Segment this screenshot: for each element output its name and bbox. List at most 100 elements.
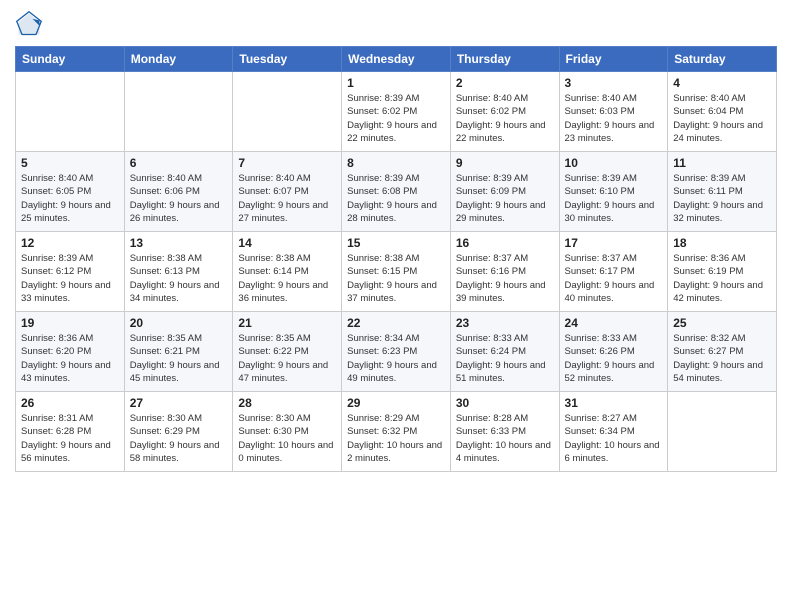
day-cell: 3 Sunrise: 8:40 AMSunset: 6:03 PMDaylight… (559, 72, 668, 152)
day-detail: Sunrise: 8:39 AMSunset: 6:12 PMDaylight:… (21, 252, 119, 305)
day-number: 3 (565, 76, 663, 90)
day-number: 20 (130, 316, 228, 330)
week-row-5: 26 Sunrise: 8:31 AMSunset: 6:28 PMDayligh… (16, 392, 777, 472)
day-number: 23 (456, 316, 554, 330)
day-cell: 15Sunrise: 8:38 AMSunset: 6:15 PMDayligh… (342, 232, 451, 312)
day-cell: 4 Sunrise: 8:40 AMSunset: 6:04 PMDaylight… (668, 72, 777, 152)
day-number: 26 (21, 396, 119, 410)
day-cell: 28 Sunrise: 8:30 AMSunset: 6:30 PMDayligh… (233, 392, 342, 472)
week-row-1: 1 Sunrise: 8:39 AMSunset: 6:02 PMDaylight… (16, 72, 777, 152)
day-number: 2 (456, 76, 554, 90)
day-detail: Sunrise: 8:35 AMSunset: 6:21 PMDaylight:… (130, 332, 228, 385)
week-row-3: 12 Sunrise: 8:39 AMSunset: 6:12 PMDayligh… (16, 232, 777, 312)
day-number: 6 (130, 156, 228, 170)
day-detail: Sunrise: 8:30 AMSunset: 6:29 PMDaylight:… (130, 412, 228, 465)
day-number: 16 (456, 236, 554, 250)
day-number: 10 (565, 156, 663, 170)
day-detail: Sunrise: 8:36 AMSunset: 6:20 PMDaylight:… (21, 332, 119, 385)
day-cell: 26 Sunrise: 8:31 AMSunset: 6:28 PMDayligh… (16, 392, 125, 472)
day-number: 5 (21, 156, 119, 170)
day-cell: 9 Sunrise: 8:39 AMSunset: 6:09 PMDaylight… (450, 152, 559, 232)
logo (15, 10, 47, 38)
day-number: 1 (347, 76, 445, 90)
day-cell: 30 Sunrise: 8:28 AMSunset: 6:33 PMDayligh… (450, 392, 559, 472)
day-detail: Sunrise: 8:40 AMSunset: 6:06 PMDaylight:… (130, 172, 228, 225)
day-detail: Sunrise: 8:33 AMSunset: 6:26 PMDaylight:… (565, 332, 663, 385)
day-detail: Sunrise: 8:30 AMSunset: 6:30 PMDaylight:… (238, 412, 336, 465)
day-number: 21 (238, 316, 336, 330)
day-number: 28 (238, 396, 336, 410)
day-detail: Sunrise: 8:37 AMSunset: 6:16 PMDaylight:… (456, 252, 554, 305)
day-cell: 22 Sunrise: 8:34 AMSunset: 6:23 PMDayligh… (342, 312, 451, 392)
logo-icon (15, 10, 43, 38)
day-detail: Sunrise: 8:31 AMSunset: 6:28 PMDaylight:… (21, 412, 119, 465)
day-cell: 7Sunrise: 8:40 AMSunset: 6:07 PMDaylight… (233, 152, 342, 232)
day-number: 30 (456, 396, 554, 410)
day-cell: 14 Sunrise: 8:38 AMSunset: 6:14 PMDayligh… (233, 232, 342, 312)
day-number: 11 (673, 156, 771, 170)
day-number: 29 (347, 396, 445, 410)
day-number: 13 (130, 236, 228, 250)
weekday-wednesday: Wednesday (342, 47, 451, 72)
day-number: 18 (673, 236, 771, 250)
weekday-thursday: Thursday (450, 47, 559, 72)
day-number: 8 (347, 156, 445, 170)
weekday-saturday: Saturday (668, 47, 777, 72)
day-cell (124, 72, 233, 152)
day-cell: 18 Sunrise: 8:36 AMSunset: 6:19 PMDayligh… (668, 232, 777, 312)
day-cell: 5Sunrise: 8:40 AMSunset: 6:05 PMDaylight… (16, 152, 125, 232)
day-cell: 1 Sunrise: 8:39 AMSunset: 6:02 PMDaylight… (342, 72, 451, 152)
day-detail: Sunrise: 8:39 AMSunset: 6:02 PMDaylight:… (347, 92, 445, 145)
day-cell: 2 Sunrise: 8:40 AMSunset: 6:02 PMDaylight… (450, 72, 559, 152)
day-detail: Sunrise: 8:34 AMSunset: 6:23 PMDaylight:… (347, 332, 445, 385)
day-cell: 20 Sunrise: 8:35 AMSunset: 6:21 PMDayligh… (124, 312, 233, 392)
day-number: 12 (21, 236, 119, 250)
day-number: 14 (238, 236, 336, 250)
day-detail: Sunrise: 8:40 AMSunset: 6:03 PMDaylight:… (565, 92, 663, 145)
day-cell: 6 Sunrise: 8:40 AMSunset: 6:06 PMDaylight… (124, 152, 233, 232)
day-cell: 11Sunrise: 8:39 AMSunset: 6:11 PMDayligh… (668, 152, 777, 232)
weekday-friday: Friday (559, 47, 668, 72)
weekday-monday: Monday (124, 47, 233, 72)
day-number: 24 (565, 316, 663, 330)
day-cell: 21 Sunrise: 8:35 AMSunset: 6:22 PMDayligh… (233, 312, 342, 392)
day-detail: Sunrise: 8:28 AMSunset: 6:33 PMDaylight:… (456, 412, 554, 465)
day-detail: Sunrise: 8:35 AMSunset: 6:22 PMDaylight:… (238, 332, 336, 385)
page: SundayMondayTuesdayWednesdayThursdayFrid… (0, 0, 792, 612)
day-cell: 19 Sunrise: 8:36 AMSunset: 6:20 PMDayligh… (16, 312, 125, 392)
day-detail: Sunrise: 8:33 AMSunset: 6:24 PMDaylight:… (456, 332, 554, 385)
day-number: 15 (347, 236, 445, 250)
day-cell (668, 392, 777, 472)
day-detail: Sunrise: 8:32 AMSunset: 6:27 PMDaylight:… (673, 332, 771, 385)
week-row-2: 5Sunrise: 8:40 AMSunset: 6:05 PMDaylight… (16, 152, 777, 232)
day-number: 27 (130, 396, 228, 410)
day-detail: Sunrise: 8:39 AMSunset: 6:09 PMDaylight:… (456, 172, 554, 225)
day-cell: 10Sunrise: 8:39 AMSunset: 6:10 PMDayligh… (559, 152, 668, 232)
week-row-4: 19 Sunrise: 8:36 AMSunset: 6:20 PMDayligh… (16, 312, 777, 392)
day-detail: Sunrise: 8:37 AMSunset: 6:17 PMDaylight:… (565, 252, 663, 305)
day-detail: Sunrise: 8:38 AMSunset: 6:14 PMDaylight:… (238, 252, 336, 305)
day-number: 17 (565, 236, 663, 250)
day-cell: 8 Sunrise: 8:39 AMSunset: 6:08 PMDaylight… (342, 152, 451, 232)
day-cell (233, 72, 342, 152)
day-number: 25 (673, 316, 771, 330)
calendar-table: SundayMondayTuesdayWednesdayThursdayFrid… (15, 46, 777, 472)
day-number: 22 (347, 316, 445, 330)
day-detail: Sunrise: 8:36 AMSunset: 6:19 PMDaylight:… (673, 252, 771, 305)
day-detail: Sunrise: 8:40 AMSunset: 6:02 PMDaylight:… (456, 92, 554, 145)
day-number: 4 (673, 76, 771, 90)
day-detail: Sunrise: 8:29 AMSunset: 6:32 PMDaylight:… (347, 412, 445, 465)
day-cell: 31Sunrise: 8:27 AMSunset: 6:34 PMDayligh… (559, 392, 668, 472)
day-detail: Sunrise: 8:39 AMSunset: 6:08 PMDaylight:… (347, 172, 445, 225)
weekday-header-row: SundayMondayTuesdayWednesdayThursdayFrid… (16, 47, 777, 72)
day-cell (16, 72, 125, 152)
day-number: 31 (565, 396, 663, 410)
day-cell: 16 Sunrise: 8:37 AMSunset: 6:16 PMDayligh… (450, 232, 559, 312)
day-number: 9 (456, 156, 554, 170)
day-cell: 27 Sunrise: 8:30 AMSunset: 6:29 PMDayligh… (124, 392, 233, 472)
day-detail: Sunrise: 8:40 AMSunset: 6:04 PMDaylight:… (673, 92, 771, 145)
day-cell: 29 Sunrise: 8:29 AMSunset: 6:32 PMDayligh… (342, 392, 451, 472)
day-cell: 24 Sunrise: 8:33 AMSunset: 6:26 PMDayligh… (559, 312, 668, 392)
day-number: 19 (21, 316, 119, 330)
day-cell: 23 Sunrise: 8:33 AMSunset: 6:24 PMDayligh… (450, 312, 559, 392)
